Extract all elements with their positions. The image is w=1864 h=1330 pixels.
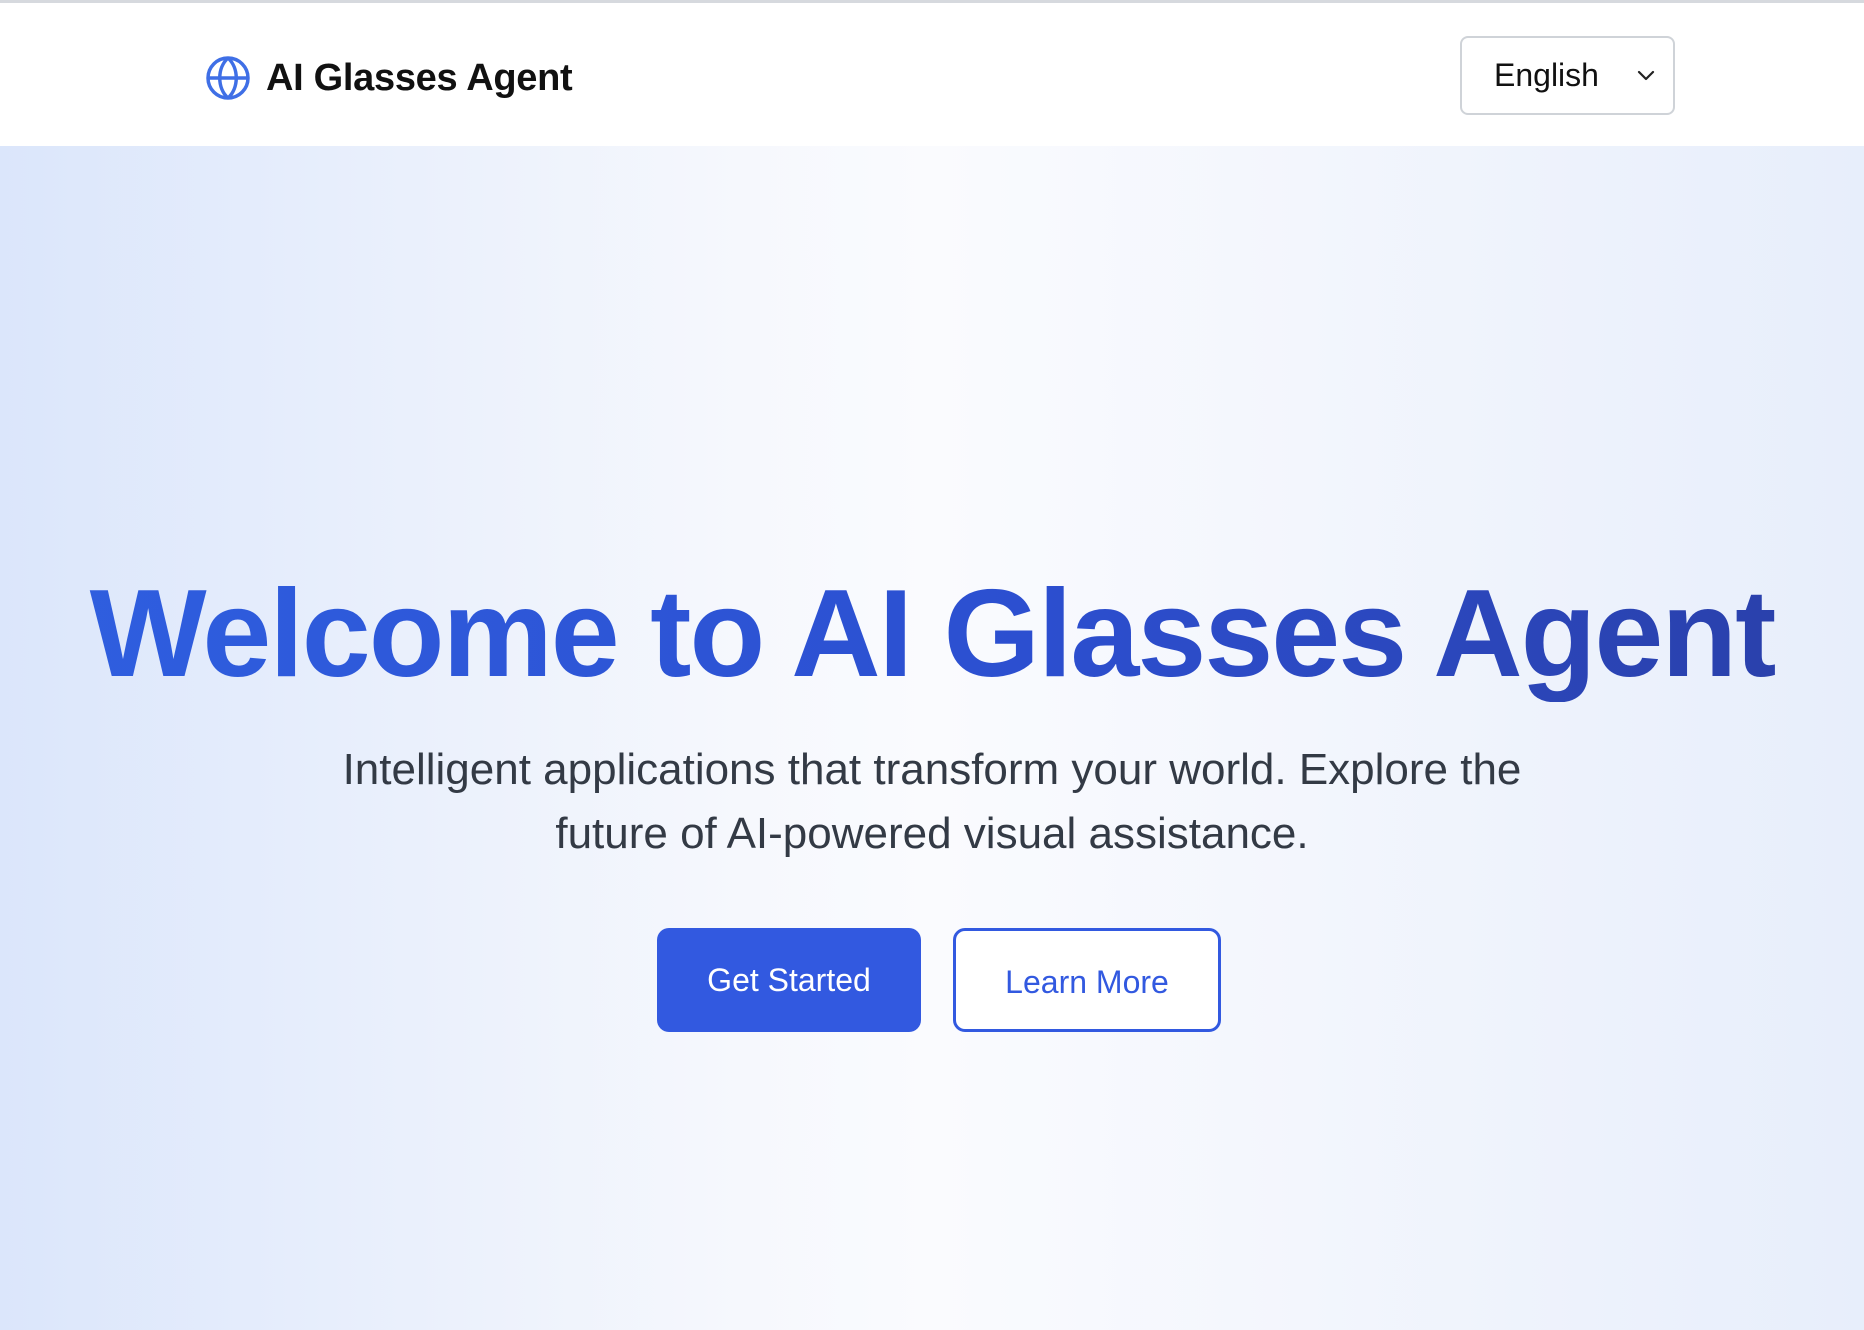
hero-subtitle: Intelligent applications that transform …: [342, 745, 1522, 858]
language-select[interactable]: English: [1460, 36, 1675, 115]
hero-section: Welcome to AI Glasses Agent Intelligent …: [0, 146, 1864, 1330]
brand-logo[interactable]: AI Glasses Agent: [204, 50, 573, 106]
globe-icon: [206, 56, 250, 100]
chevron-down-icon: [1637, 70, 1655, 81]
hero-title: Welcome to AI Glasses Agent: [0, 566, 1864, 703]
site-header: AI Glasses Agent English: [0, 3, 1864, 146]
learn-more-button[interactable]: Learn More: [953, 928, 1221, 1032]
language-selected-value: English: [1494, 57, 1599, 93]
brand-title: AI Glasses Agent: [266, 56, 573, 99]
get-started-button[interactable]: Get Started: [657, 928, 921, 1032]
